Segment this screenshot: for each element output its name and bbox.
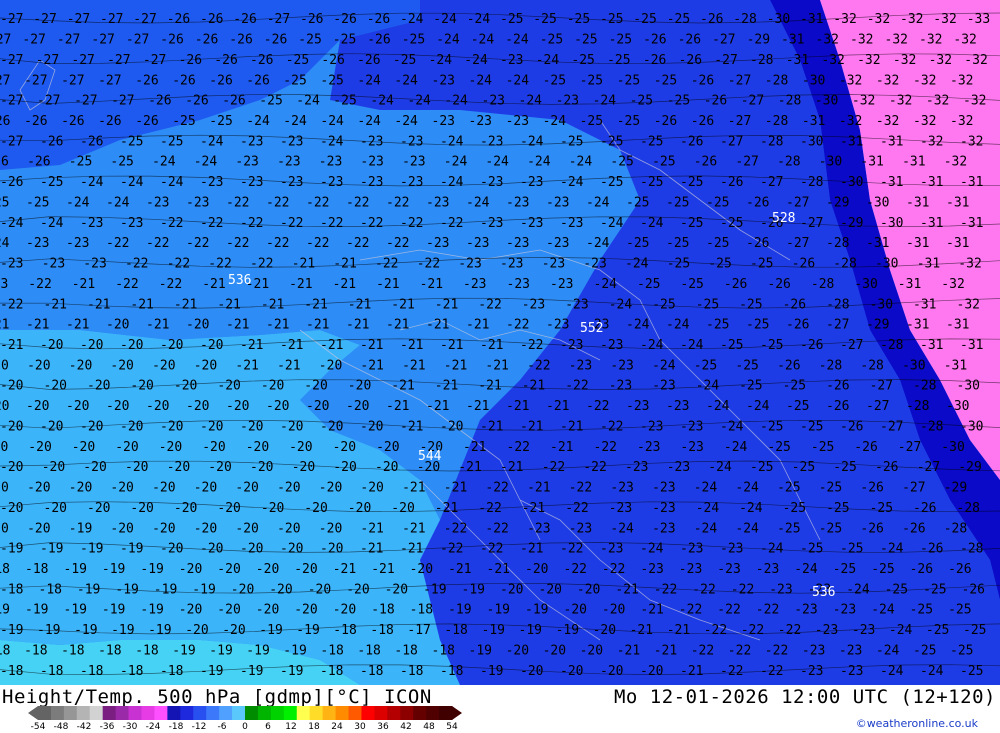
scale-swatch bbox=[322, 706, 336, 720]
scale-swatch bbox=[76, 706, 91, 720]
scale-tick-label: -54 bbox=[30, 722, 46, 732]
scale-tick-label: -24 bbox=[145, 722, 161, 732]
scale-swatch bbox=[296, 706, 311, 720]
scale-swatch bbox=[154, 706, 168, 720]
scale-low-arrow bbox=[28, 706, 38, 720]
height-label: 552 bbox=[580, 321, 603, 336]
scale-tick-label: -6 bbox=[217, 722, 227, 732]
scale-tick-label: 36 bbox=[377, 722, 389, 732]
scale-tick-label: 6 bbox=[265, 722, 271, 732]
scale-swatch bbox=[413, 706, 427, 720]
scale-swatch bbox=[50, 706, 65, 720]
scale-tick-label: 0 bbox=[242, 722, 248, 732]
scale-swatch bbox=[374, 706, 388, 720]
scale-swatch bbox=[348, 706, 362, 720]
map-timestamp: Mo 12-01-2026 12:00 UTC (12+120) bbox=[613, 686, 996, 708]
scale-swatch bbox=[141, 706, 155, 720]
scale-swatch bbox=[102, 706, 117, 720]
scale-swatch bbox=[180, 706, 194, 720]
scale-tick-label: 48 bbox=[423, 722, 435, 732]
scale-tick-label: 30 bbox=[354, 722, 366, 732]
scale-swatch bbox=[38, 706, 52, 720]
map-canvas: -27 -27 -27 -27 -27 -26 -26 -26 -27 -26 -26 -26 -24-… bbox=[0, 0, 1000, 685]
scale-swatch bbox=[270, 706, 285, 720]
scale-swatch bbox=[245, 706, 259, 720]
scale-swatch bbox=[400, 706, 414, 720]
scale-tick-label: -12 bbox=[191, 722, 207, 732]
temperature-row: -20 -20 -20 -20 -20 -20 -20 -20 -20 -20 -21 -22 -21-… bbox=[0, 501, 980, 516]
color-scale-labels: -54 -48 -42 -36 -30 -24 -18 -12 -6 0 6 12 18 24 30 36 42… bbox=[28, 722, 468, 733]
temperature-row: -20 -20 -20 -20 -20 -20 -20 -20 -20 -21 -21 -21 -21-… bbox=[0, 379, 980, 394]
height-label: 536 bbox=[228, 273, 251, 288]
scale-swatch bbox=[89, 706, 104, 720]
height-label: 528 bbox=[772, 211, 795, 226]
temperature-row: -27-27-27-27-27-26-26-26-26-25-25-26-25-… bbox=[0, 33, 977, 48]
credit-text: ©weatheronline.co.uk bbox=[855, 717, 978, 730]
scale-tick-label: -48 bbox=[53, 722, 69, 732]
scale-tick-label: 18 bbox=[308, 722, 320, 732]
scale-tick-label: 54 bbox=[446, 722, 458, 732]
scale-swatch bbox=[115, 706, 129, 720]
scale-tick-label: -36 bbox=[99, 722, 115, 732]
temperature-row: -22 -21 -21 -21 -21 -21 -21 -21 -21 -21 -21 -22 -23-… bbox=[0, 297, 980, 312]
scale-swatch bbox=[309, 706, 324, 720]
scale-swatch bbox=[219, 706, 233, 720]
scale-swatch bbox=[193, 706, 207, 720]
scale-tick-label: 12 bbox=[285, 722, 297, 732]
scale-swatch bbox=[257, 706, 272, 720]
scale-swatch bbox=[128, 706, 142, 720]
scale-swatch bbox=[387, 706, 401, 720]
scale-tick-label: -42 bbox=[76, 722, 92, 732]
color-scale bbox=[28, 706, 462, 720]
scale-swatch bbox=[167, 706, 181, 720]
scale-tick-label: 42 bbox=[400, 722, 412, 732]
scale-high-arrow bbox=[452, 706, 462, 720]
scale-swatch bbox=[426, 706, 440, 720]
height-label: 536 bbox=[812, 585, 835, 600]
scale-swatch bbox=[335, 706, 349, 720]
weather-map: -27 -27 -27 -27 -27 -26 -26 -26 -27 -26 -26 -26 -24-… bbox=[0, 0, 1000, 685]
scale-swatch bbox=[206, 706, 220, 720]
scale-swatch bbox=[283, 706, 298, 720]
scale-swatch bbox=[232, 706, 246, 720]
scale-swatch bbox=[63, 706, 78, 720]
scale-tick-label: -30 bbox=[122, 722, 138, 732]
scale-swatch bbox=[439, 706, 453, 720]
height-label: 544 bbox=[418, 449, 442, 464]
scale-tick-label: -18 bbox=[168, 722, 184, 732]
scale-swatch bbox=[361, 706, 375, 720]
scale-tick-label: 24 bbox=[331, 722, 343, 732]
